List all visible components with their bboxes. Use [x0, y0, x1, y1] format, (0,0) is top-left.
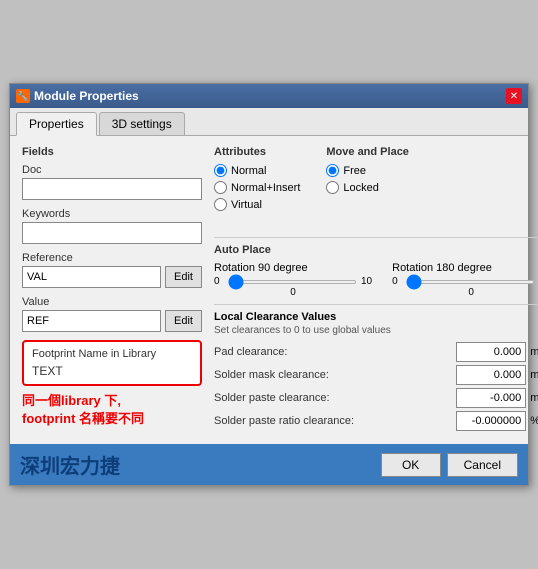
attributes-section: Attributes Normal Normal+Insert [214, 146, 300, 219]
attr-normal-insert-radio[interactable] [214, 181, 227, 194]
window-title: Module Properties [34, 89, 139, 103]
rotation90-max: 10 [361, 276, 372, 287]
tabs-bar: Properties 3D settings [10, 108, 528, 136]
clearance-solder-mask-input[interactable] [456, 365, 526, 385]
doc-field-group: Doc [22, 164, 202, 200]
attr-normal-insert[interactable]: Normal+Insert [214, 181, 300, 194]
move-free[interactable]: Free [326, 164, 409, 177]
attr-normal-label: Normal [231, 165, 266, 177]
rotation180-label: Rotation 180 degree [392, 262, 538, 274]
right-column: Attributes Normal Normal+Insert [214, 146, 538, 434]
attr-normal-insert-label: Normal+Insert [231, 182, 300, 194]
rotation180-group: Rotation 180 degree 0 10 0 [392, 262, 538, 298]
clearance-solder-paste-label: Solder paste clearance: [214, 392, 452, 404]
attr-virtual-label: Virtual [231, 199, 262, 211]
annotation-block: 同一個library 下, footprint 名稱要不同 [22, 392, 202, 428]
footprint-value: TEXT [32, 364, 192, 378]
footprint-box: Footprint Name in Library TEXT [22, 340, 202, 386]
clearance-solder-paste-ratio-label: Solder paste ratio clearance: [214, 415, 452, 427]
move-locked[interactable]: Locked [326, 181, 409, 194]
footprint-label: Footprint Name in Library [32, 348, 192, 360]
move-free-radio[interactable] [326, 164, 339, 177]
move-locked-label: Locked [343, 182, 378, 194]
keywords-field-group: Keywords [22, 208, 202, 244]
tab-properties[interactable]: Properties [16, 112, 97, 136]
clearance-solder-mask-label: Solder mask clearance: [214, 369, 452, 381]
module-properties-window: 🔧 Module Properties ✕ Properties 3D sett… [9, 83, 529, 486]
rotation90-slider[interactable] [228, 280, 357, 284]
keywords-label: Keywords [22, 208, 202, 220]
annotation-line2: footprint 名稱要不同 [22, 410, 202, 428]
rotation90-min: 0 [214, 276, 224, 287]
attributes-radio-group: Normal Normal+Insert Virtual [214, 164, 300, 211]
value-field-group: Value Edit [22, 296, 202, 332]
reference-input[interactable] [22, 266, 161, 288]
value-edit-button[interactable]: Edit [165, 310, 202, 332]
attr-normal-radio[interactable] [214, 164, 227, 177]
move-free-label: Free [343, 165, 366, 177]
attributes-title: Attributes [214, 146, 300, 158]
title-bar: 🔧 Module Properties ✕ [10, 84, 528, 108]
rotation90-label: Rotation 90 degree [214, 262, 372, 274]
main-content: Fields Doc Keywords Reference Edit [10, 136, 528, 444]
clearance-row-pad: Pad clearance: mm [214, 342, 538, 362]
clearance-title: Local Clearance Values [214, 311, 538, 323]
bottom-buttons: OK Cancel [381, 453, 518, 477]
two-column-layout: Fields Doc Keywords Reference Edit [22, 146, 516, 434]
attr-virtual-radio[interactable] [214, 198, 227, 211]
sliders-row: Rotation 90 degree 0 10 0 Rotation 180 d… [214, 262, 538, 298]
reference-field-group: Reference Edit [22, 252, 202, 288]
clearance-row-solder-mask: Solder mask clearance: mm [214, 365, 538, 385]
window-icon: 🔧 [16, 89, 30, 103]
rotation180-slider-row: 0 10 [392, 276, 538, 287]
ok-button[interactable]: OK [381, 453, 441, 477]
move-locked-radio[interactable] [326, 181, 339, 194]
clearance-solder-paste-input[interactable] [456, 388, 526, 408]
tab-3d-settings[interactable]: 3D settings [99, 112, 185, 135]
reference-input-row: Edit [22, 266, 202, 288]
bottom-bar: 深圳宏力捷 OK Cancel [10, 444, 528, 485]
clearance-row-solder-paste: Solder paste clearance: mm [214, 388, 538, 408]
rotation180-slider[interactable] [406, 280, 535, 284]
doc-label: Doc [22, 164, 202, 176]
clearance-solder-paste-ratio-input[interactable] [456, 411, 526, 431]
close-button[interactable]: ✕ [506, 88, 522, 104]
move-place-radio-group: Free Locked [326, 164, 409, 194]
fields-title: Fields [22, 146, 202, 158]
title-bar-left: 🔧 Module Properties [16, 89, 139, 103]
attr-virtual[interactable]: Virtual [214, 198, 300, 211]
left-column: Fields Doc Keywords Reference Edit [22, 146, 202, 434]
clearance-subtitle: Set clearances to 0 to use global values [214, 325, 538, 336]
auto-place-section: Auto Place Rotation 90 degree 0 10 0 [214, 237, 538, 298]
doc-input[interactable] [22, 178, 202, 200]
clearance-solder-mask-unit: mm [530, 369, 538, 381]
auto-place-title: Auto Place [214, 244, 538, 256]
clearance-row-solder-paste-ratio: Solder paste ratio clearance: % [214, 411, 538, 431]
reference-label: Reference [22, 252, 202, 264]
rotation90-slider-row: 0 10 [214, 276, 372, 287]
rotation180-min: 0 [392, 276, 402, 287]
value-input-row: Edit [22, 310, 202, 332]
clearance-solder-paste-unit: mm [530, 392, 538, 404]
clearance-pad-label: Pad clearance: [214, 346, 452, 358]
attrs-row: Attributes Normal Normal+Insert [214, 146, 538, 229]
brand-text: 深圳宏力捷 [20, 450, 120, 479]
local-clearance-section: Local Clearance Values Set clearances to… [214, 304, 538, 431]
attr-normal[interactable]: Normal [214, 164, 300, 177]
clearance-solder-paste-ratio-unit: % [530, 415, 538, 427]
keywords-input[interactable] [22, 222, 202, 244]
annotation-line1: 同一個library 下, [22, 392, 202, 410]
cancel-button[interactable]: Cancel [447, 453, 518, 477]
reference-edit-button[interactable]: Edit [165, 266, 202, 288]
move-place-section: Move and Place Free Locked [326, 146, 409, 229]
value-input[interactable] [22, 310, 161, 332]
clearance-pad-input[interactable] [456, 342, 526, 362]
rotation90-group: Rotation 90 degree 0 10 0 [214, 262, 372, 298]
value-label: Value [22, 296, 202, 308]
move-place-title: Move and Place [326, 146, 409, 158]
clearance-pad-unit: mm [530, 346, 538, 358]
